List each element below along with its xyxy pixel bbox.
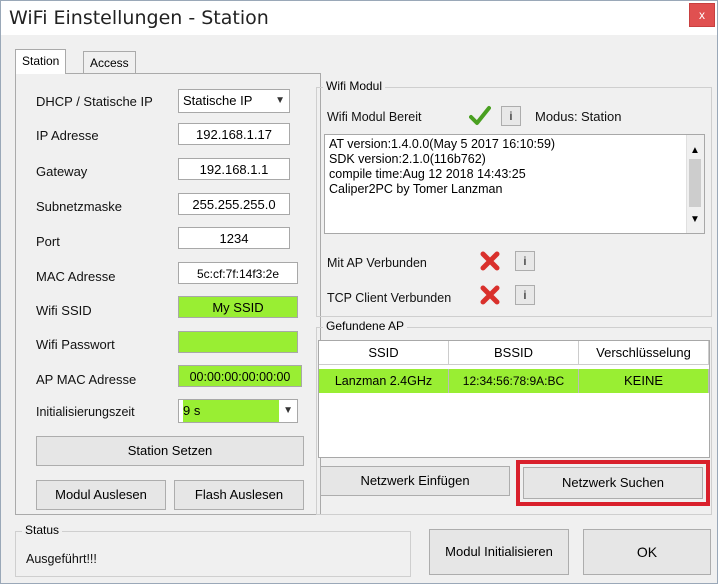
check-icon <box>469 106 491 125</box>
mode-value: Station <box>581 109 622 124</box>
dhcp-select-value: Statische IP <box>183 93 253 108</box>
module-info-button[interactable]: i <box>501 106 521 126</box>
x-mark-icon <box>480 285 500 305</box>
mode-label: Modus: <box>535 109 578 124</box>
found-ap-group: Gefundene AP SSID BSSID Verschlüsselung … <box>316 319 712 515</box>
tcp-info-button[interactable]: i <box>515 285 535 305</box>
ap-table[interactable]: SSID BSSID Verschlüsselung Lanzman 2.4GH… <box>318 340 710 458</box>
status-group-title: Status <box>22 523 63 537</box>
gateway-field[interactable]: 192.168.1.1 <box>178 158 290 180</box>
insert-network-button[interactable]: Netzwerk Einfügen <box>320 466 510 496</box>
mac-label: MAC Adresse <box>36 269 116 284</box>
close-icon: x <box>699 8 705 22</box>
chevron-down-icon: ▼ <box>690 214 700 225</box>
port-field[interactable]: 1234 <box>178 227 290 249</box>
chevron-up-icon: ▲ <box>690 145 700 156</box>
cell-bssid: 12:34:56:78:9A:BC <box>449 369 579 393</box>
ip-field[interactable]: 192.168.1.17 <box>178 123 290 145</box>
wifi-settings-window: WiFi Einstellungen - Station x Station A… <box>0 0 718 584</box>
cell-encryption: KEINE <box>579 369 709 393</box>
log-line: compile time:Aug 12 2018 14:43:25 <box>329 167 526 181</box>
scrollbar-thumb[interactable] <box>689 159 701 207</box>
flash-read-button[interactable]: Flash Auslesen <box>174 480 304 510</box>
gateway-label: Gateway <box>36 164 88 179</box>
log-line: Caliper2PC by Tomer Lanzman <box>329 182 503 196</box>
ap-mac-field[interactable]: 00:00:00:00:00:00 <box>178 365 302 387</box>
tab-access-point[interactable]: Access Point <box>83 51 136 92</box>
station-set-button[interactable]: Station Setzen <box>36 436 304 466</box>
init-time-value: 9 s <box>183 400 279 422</box>
wifi-module-group: Wifi Modul Wifi Modul Bereit i Modus: St… <box>316 79 712 317</box>
port-label: Port <box>36 234 60 249</box>
log-line: AT version:1.4.0.0(May 5 2017 16:10:59) <box>329 137 556 151</box>
column-header-ssid[interactable]: SSID <box>319 341 449 365</box>
init-time-select[interactable]: 9 s ▼ <box>178 399 298 423</box>
chevron-down-icon: ▼ <box>283 405 293 416</box>
wifi-module-group-title: Wifi Modul <box>323 79 386 93</box>
ok-button[interactable]: OK <box>583 529 711 575</box>
ap-connected-label: Mit AP Verbunden <box>327 256 427 270</box>
password-field[interactable] <box>178 331 298 353</box>
ap-mac-label: AP MAC Adresse <box>36 372 137 387</box>
close-button[interactable]: x <box>689 3 715 27</box>
title-bar: WiFi Einstellungen - Station x <box>1 1 717 35</box>
highlight-frame: Netzwerk Suchen <box>516 460 710 506</box>
status-group: Status Ausgeführt!!! <box>15 523 411 577</box>
search-network-button[interactable]: Netzwerk Suchen <box>523 467 703 499</box>
found-ap-group-title: Gefundene AP <box>323 319 408 333</box>
password-label: Wifi Passwort <box>36 337 115 352</box>
column-header-bssid[interactable]: BSSID <box>449 341 579 365</box>
subnet-field[interactable]: 255.255.255.0 <box>178 193 290 215</box>
dhcp-label: DHCP / Statische IP <box>36 94 153 109</box>
tcp-connected-label: TCP Client Verbunden <box>327 291 452 305</box>
ap-info-button[interactable]: i <box>515 251 535 271</box>
mac-field[interactable]: 5c:cf:7f:14f3:2e <box>178 262 298 284</box>
init-module-button[interactable]: Modul Initialisieren <box>429 529 569 575</box>
init-time-label: Initialisierungszeit <box>36 405 135 419</box>
log-scrollbar[interactable]: ▲ ▼ <box>686 135 704 233</box>
cell-ssid: Lanzman 2.4GHz <box>319 369 449 393</box>
tab-station[interactable]: Station <box>15 49 67 74</box>
window-title: WiFi Einstellungen - Station <box>9 7 269 29</box>
ip-label: IP Adresse <box>36 128 99 143</box>
chevron-down-icon: ▼ <box>275 95 285 106</box>
status-text: Ausgeführt!!! <box>26 552 97 566</box>
dhcp-select[interactable]: Statische IP ▼ <box>178 89 290 113</box>
ssid-label: Wifi SSID <box>36 303 92 318</box>
subnet-label: Subnetzmaske <box>36 199 122 214</box>
ssid-field[interactable]: My SSID <box>178 296 298 318</box>
column-header-encryption[interactable]: Verschlüsselung <box>579 341 709 365</box>
x-mark-icon <box>480 251 500 271</box>
station-tab-panel: DHCP / Statische IP Statische IP ▼ IP Ad… <box>15 73 321 515</box>
read-module-button[interactable]: Modul Auslesen <box>36 480 166 510</box>
module-ready-label: Wifi Modul Bereit <box>327 110 422 124</box>
module-log-textbox[interactable]: AT version:1.4.0.0(May 5 2017 16:10:59) … <box>324 134 705 234</box>
log-line: SDK version:2.1.0(116b762) <box>329 152 486 166</box>
